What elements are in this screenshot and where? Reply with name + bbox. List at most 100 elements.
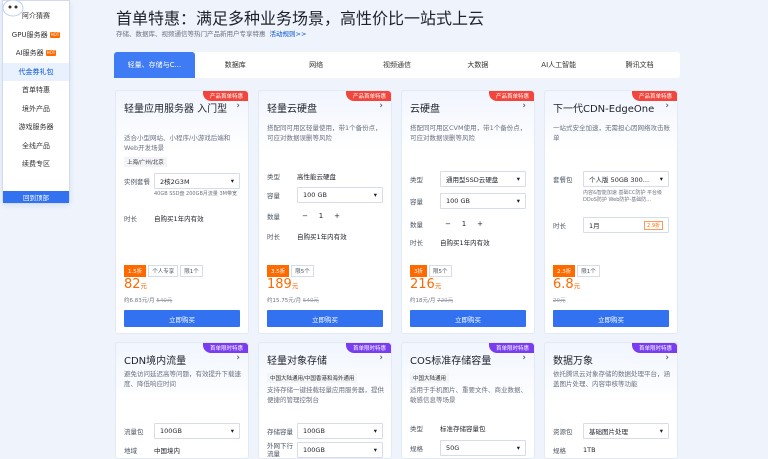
- quantity-stepper: − 1 +: [297, 209, 345, 223]
- resource-label: 资源包: [553, 428, 573, 436]
- buy-now-button[interactable]: 立即购买: [267, 310, 383, 327]
- type-row: 类型 通用型SSD云硬盘 ▾: [410, 171, 526, 187]
- spec-value: 1TB: [583, 446, 596, 454]
- card-title[interactable]: 数据万象: [553, 352, 593, 367]
- buy-now-button[interactable]: 立即购买: [553, 310, 669, 327]
- card-title[interactable]: 轻量对象存储: [267, 352, 327, 367]
- product-card-cos: 首单限时特惠 COS标准存储容量 › 中国大陆通用 适用于手机图片、重要文件、商…: [401, 342, 535, 459]
- quantity-value[interactable]: 1: [313, 212, 329, 220]
- tab-docs[interactable]: 腾讯文档: [599, 52, 680, 78]
- product-card-light-cos: 首单限时特惠 轻量对象存储 › 中国大陆通用/中国香港和海外通用 支持存储一键挂…: [258, 342, 392, 459]
- chevron-down-icon: ▾: [659, 175, 663, 183]
- plan-select[interactable]: 个人版 50GB 300... ▾: [583, 171, 669, 187]
- chevron-right-icon[interactable]: ›: [379, 101, 383, 111]
- rules-link[interactable]: 活动规则>>: [270, 30, 307, 38]
- tab-video[interactable]: 视频通信: [357, 52, 438, 78]
- chevron-down-icon: ▾: [516, 444, 520, 452]
- promo-ribbon: 首单限时特惠: [488, 343, 534, 353]
- spec-select[interactable]: 50G ▾: [440, 440, 526, 456]
- region-tag: 上海/广州/北京: [124, 157, 167, 167]
- product-card-ci: 首单限时特惠 数据万象 › 依托腾讯云对象存储的数据处理平台，涵盖图片处理、内容…: [544, 342, 678, 459]
- card-title[interactable]: COS标准存储容量: [410, 352, 491, 367]
- traffic-select[interactable]: 100GB ▾: [297, 442, 383, 458]
- duration-select[interactable]: 1月 2.9折: [583, 217, 669, 233]
- spec-row: 实例套餐 2核2G3M ▾: [124, 173, 240, 189]
- price-unit: 元: [573, 282, 581, 290]
- back-to-top-label: 回到顶部: [23, 194, 49, 202]
- discount-badge: 3折: [410, 265, 427, 277]
- resource-select[interactable]: 基础图片处理 ▾: [583, 423, 669, 439]
- tab-lighthouse-storage[interactable]: 轻量、存储与C...: [114, 52, 195, 78]
- card-desc: 依托腾讯云对象存储的数据处理平台，涵盖图片处理、内容审核等功能: [553, 370, 670, 388]
- limit-badge: 限5个: [291, 265, 314, 277]
- capacity-select[interactable]: 100GB ▾: [297, 423, 383, 439]
- chevron-right-icon[interactable]: ›: [665, 101, 669, 111]
- chevron-right-icon[interactable]: ›: [665, 353, 669, 363]
- quantity-row: 数量 − 1 +: [267, 209, 383, 223]
- traffic-row: 外网下行流量 100GB ▾: [267, 442, 383, 458]
- buy-now-button[interactable]: 立即购买: [410, 310, 526, 327]
- spec-label: 规格: [410, 445, 423, 453]
- sidebar-item-gpu[interactable]: GPU服务器 HOT: [3, 26, 69, 45]
- type-value: 标准存储容量包: [440, 425, 486, 433]
- sidebar-item-first-order[interactable]: 首单特惠: [3, 81, 69, 100]
- sidebar-item-voucher[interactable]: 代金券礼包: [3, 62, 69, 81]
- spec-row: 规格 1TB: [553, 445, 669, 455]
- buy-now-button[interactable]: 立即购买: [124, 310, 240, 327]
- chevron-right-icon[interactable]: ›: [236, 101, 240, 111]
- original-price: 约18元/月 720元: [410, 296, 453, 304]
- card-title[interactable]: 下一代CDN-EdgeOne: [553, 100, 654, 115]
- tab-ai[interactable]: AI人工智能: [518, 52, 599, 78]
- package-value: 100GB: [160, 427, 182, 435]
- type-select[interactable]: 通用型SSD云硬盘 ▾: [440, 171, 526, 187]
- traffic-value: 100GB: [303, 446, 325, 454]
- hot-badge: HOT: [45, 50, 57, 57]
- price-value: 189: [267, 277, 292, 292]
- chevron-down-icon: ▾: [230, 427, 234, 435]
- chevron-right-icon[interactable]: ›: [522, 101, 526, 111]
- card-title[interactable]: 轻量云硬盘: [267, 100, 317, 115]
- duration-label: 时长: [267, 233, 280, 241]
- tab-bigdata[interactable]: 大数据: [437, 52, 518, 78]
- sidebar-item-all-products[interactable]: 全线产品: [3, 137, 69, 156]
- plan-note: 内容&智能加速 基础CC防护 平台级DDoS防护 Web防护-基础防...: [583, 190, 663, 203]
- sidebar-item-renewal[interactable]: 续费专区: [3, 155, 69, 174]
- minus-button[interactable]: −: [297, 212, 313, 220]
- spec-value: 2核2G3M: [160, 178, 190, 186]
- original-price: 29元: [553, 296, 566, 304]
- tab-database[interactable]: 数据库: [195, 52, 276, 78]
- mascot-icon: [2, 0, 24, 17]
- card-title[interactable]: CDN境内流量: [124, 352, 186, 367]
- region-tag: 中国大陆通用: [410, 373, 450, 383]
- discount-badge: 1.5折: [124, 265, 147, 277]
- capacity-label: 存储容量: [267, 428, 293, 436]
- price: 6.8元: [553, 277, 580, 292]
- package-select[interactable]: 100GB ▾: [154, 423, 240, 439]
- card-title[interactable]: 云硬盘: [410, 100, 440, 115]
- area-label: 地域: [124, 447, 137, 455]
- plan-value: 个人版 50GB 300...: [589, 176, 650, 184]
- plus-button[interactable]: +: [472, 220, 488, 228]
- quantity-value[interactable]: 1: [456, 220, 472, 228]
- capacity-select[interactable]: 100 GB ▾: [297, 187, 383, 203]
- sidebar-item-overseas[interactable]: 境外产品: [3, 100, 69, 119]
- spec-row: 规格 50G ▾: [410, 440, 526, 456]
- duration-value: 自购买1年内有效: [154, 215, 204, 223]
- spec-select[interactable]: 2核2G3M ▾: [154, 173, 240, 189]
- type-row: 类型 标准存储容量包: [410, 423, 526, 433]
- plan-label: 套餐包: [553, 176, 573, 184]
- minus-button[interactable]: −: [440, 220, 456, 228]
- sidebar-item-ai[interactable]: AI服务器 HOT: [3, 44, 69, 63]
- tab-network[interactable]: 网络: [276, 52, 357, 78]
- sidebar-item-game-server[interactable]: 游戏服务器: [3, 118, 69, 137]
- badge-group: 1.5折 个人专享 限1个: [124, 265, 203, 277]
- chevron-right-icon[interactable]: ›: [522, 353, 526, 363]
- capacity-select[interactable]: 100 GB ▾: [440, 193, 526, 209]
- card-desc: 一站式安全加速，无需担心因网络攻击账单: [553, 124, 670, 142]
- chevron-right-icon[interactable]: ›: [379, 353, 383, 363]
- back-to-top-button[interactable]: 回到顶部: [3, 191, 69, 203]
- card-title[interactable]: 轻量应用服务器 入门型: [124, 100, 227, 115]
- chevron-right-icon[interactable]: ›: [236, 353, 240, 363]
- plus-button[interactable]: +: [329, 212, 345, 220]
- region-tag: 中国大陆通用/中国香港和海外通用: [267, 373, 358, 383]
